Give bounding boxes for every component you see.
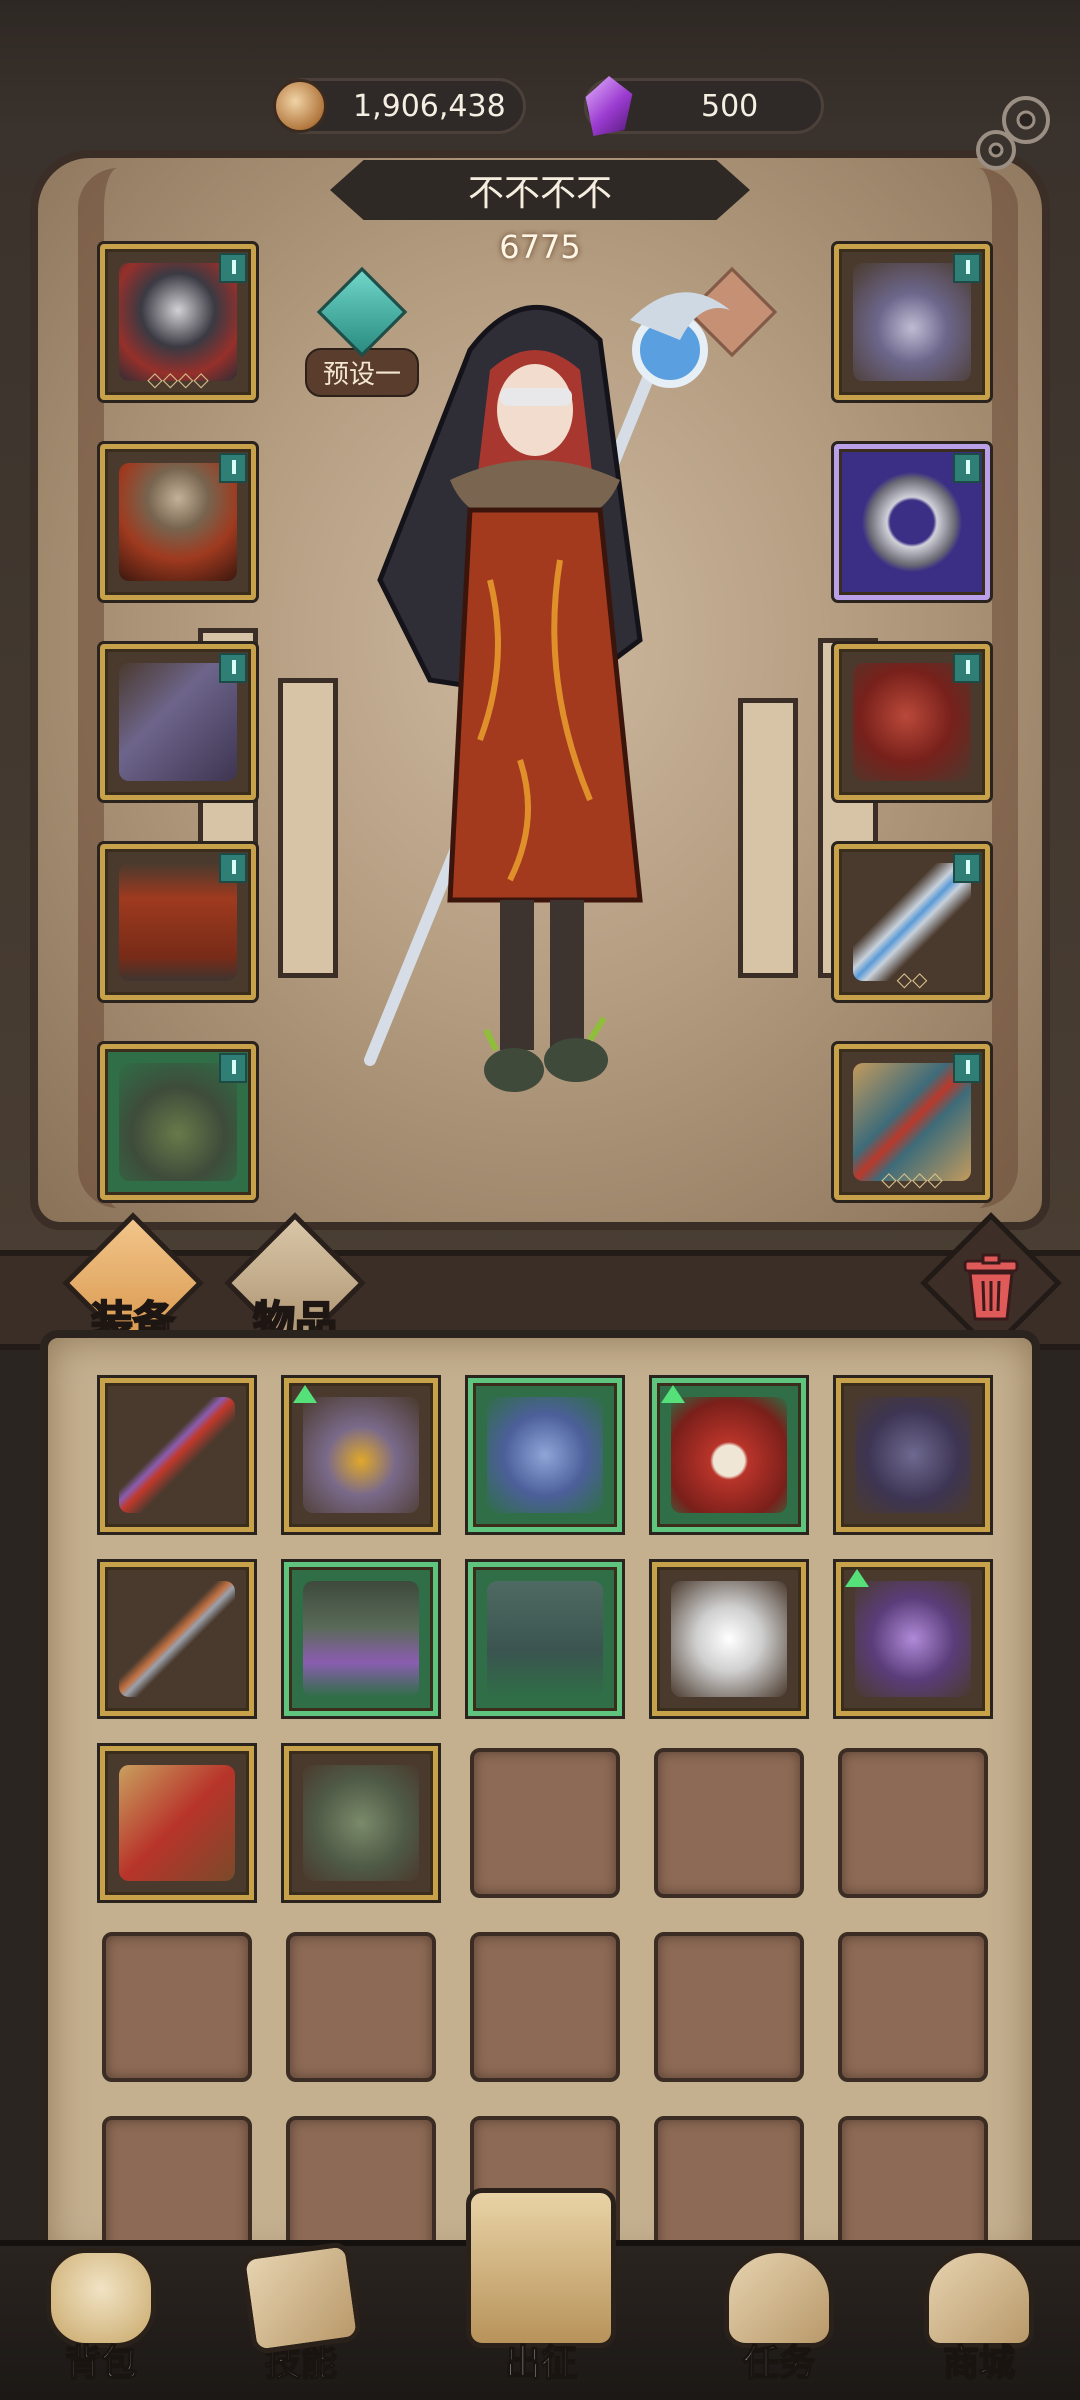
upgrade-arrow-icon — [661, 1385, 685, 1403]
equip-slot-weapon[interactable]: ◇◇ — [834, 844, 990, 1000]
equip-slot-necklace[interactable] — [834, 244, 990, 400]
equipped-badge-icon — [953, 453, 981, 483]
empty-slot[interactable] — [102, 1932, 252, 2082]
thorn-cloak-icon — [855, 1397, 971, 1513]
equip-slot-offhand[interactable]: ◇◇◇◇ — [834, 1044, 990, 1200]
equipped-badge-icon — [219, 1053, 247, 1083]
inventory-panel — [40, 1330, 1040, 2270]
inventory-item[interactable] — [652, 1562, 806, 1716]
inventory-item[interactable] — [100, 1746, 254, 1900]
nav-shop[interactable]: 商城 — [904, 2246, 1054, 2400]
empty-slot[interactable] — [286, 1932, 436, 2082]
equip-slot-ring[interactable] — [834, 444, 990, 600]
backpack-icon — [46, 2248, 156, 2348]
combat-power: 6775 — [499, 228, 581, 266]
bottom-nav: 背包 技能 出征 任务 商城 — [0, 2188, 1080, 2400]
equipped-badge-icon — [953, 853, 981, 883]
inventory-item[interactable] — [284, 1378, 438, 1532]
spirit-wolf-icon — [855, 1581, 971, 1697]
nav-backpack[interactable]: 背包 — [26, 2246, 176, 2400]
empty-slot[interactable] — [838, 1748, 988, 1898]
plague-mask-icon — [303, 1397, 419, 1513]
sword-scroll-icon — [466, 2188, 616, 2348]
inventory-item[interactable] — [284, 1746, 438, 1900]
nav-quests[interactable]: 任务 — [704, 2246, 854, 2400]
item-rank: ◇◇◇◇ — [147, 367, 209, 391]
coin-counter[interactable]: 1,906,438 — [273, 78, 526, 134]
equipped-badge-icon — [953, 253, 981, 283]
character-portrait — [300, 280, 770, 1260]
equipped-badge-icon — [953, 653, 981, 683]
equipped-badge-icon — [219, 653, 247, 683]
equip-slot-gloves[interactable] — [100, 644, 256, 800]
settings-button[interactable] — [966, 86, 1062, 182]
horn-icon — [724, 2248, 834, 2348]
equip-slot-armor[interactable] — [100, 444, 256, 600]
nav-backpack-label: 背包 — [64, 2342, 138, 2385]
spear-icon — [119, 1581, 235, 1697]
inventory-item[interactable] — [100, 1378, 254, 1532]
equipped-badge-icon — [219, 253, 247, 283]
feather-mantle-icon — [671, 1581, 787, 1697]
upgrade-arrow-icon — [845, 1569, 869, 1587]
scepter-icon — [119, 1397, 235, 1513]
gear-icon — [976, 96, 1050, 170]
coin-amount: 1,906,438 — [353, 88, 506, 124]
player-name: 不不不不 — [467, 173, 612, 214]
red-hood-icon — [671, 1397, 787, 1513]
empty-slot[interactable] — [838, 1932, 988, 2082]
empty-slot[interactable] — [470, 1932, 620, 2082]
equip-slot-pants[interactable] — [100, 844, 256, 1000]
inventory-item[interactable] — [652, 1378, 806, 1532]
player-banner: 不不不不 6775 — [330, 150, 750, 280]
nav-expedition-label: 出征 — [504, 2342, 578, 2385]
gem-amount: 500 — [701, 88, 759, 124]
equipped-badge-icon — [953, 1053, 981, 1083]
item-rank: ◇◇ — [896, 967, 928, 991]
empty-slot[interactable] — [470, 1748, 620, 1898]
equipped-badge-icon — [219, 453, 247, 483]
equip-slot-boots[interactable] — [100, 1044, 256, 1200]
mossy-charm-icon — [303, 1765, 419, 1881]
skill-card-icon — [239, 2240, 363, 2356]
armored-boots-icon — [487, 1397, 603, 1513]
trash-icon — [963, 1253, 1019, 1321]
green-shorts-icon — [487, 1581, 603, 1697]
inventory-item[interactable] — [100, 1562, 254, 1716]
nav-expedition[interactable]: 出征 — [466, 2186, 616, 2400]
potion-belt-icon — [303, 1581, 419, 1697]
equip-slot-helmet[interactable]: ◇◇◇◇ — [100, 244, 256, 400]
equipped-badge-icon — [219, 853, 247, 883]
inventory-item[interactable] — [836, 1562, 990, 1716]
spellbook-icon — [119, 1765, 235, 1881]
empty-slot[interactable] — [654, 1748, 804, 1898]
gem-counter[interactable]: 500 — [584, 76, 824, 136]
nav-quests-label: 任务 — [742, 2342, 816, 2385]
coin-icon — [273, 79, 327, 133]
nav-skills[interactable]: 技能 — [226, 2240, 376, 2400]
equip-slot-shoulder[interactable] — [834, 644, 990, 800]
crown-icon — [924, 2248, 1034, 2348]
inventory-item[interactable] — [468, 1562, 622, 1716]
upgrade-arrow-icon — [293, 1385, 317, 1403]
inventory-item[interactable] — [284, 1562, 438, 1716]
nav-shop-label: 商城 — [942, 2342, 1016, 2385]
empty-slot[interactable] — [654, 1932, 804, 2082]
inventory-item[interactable] — [836, 1378, 990, 1532]
item-rank: ◇◇◇◇ — [881, 1167, 943, 1191]
inventory-item[interactable] — [468, 1378, 622, 1532]
